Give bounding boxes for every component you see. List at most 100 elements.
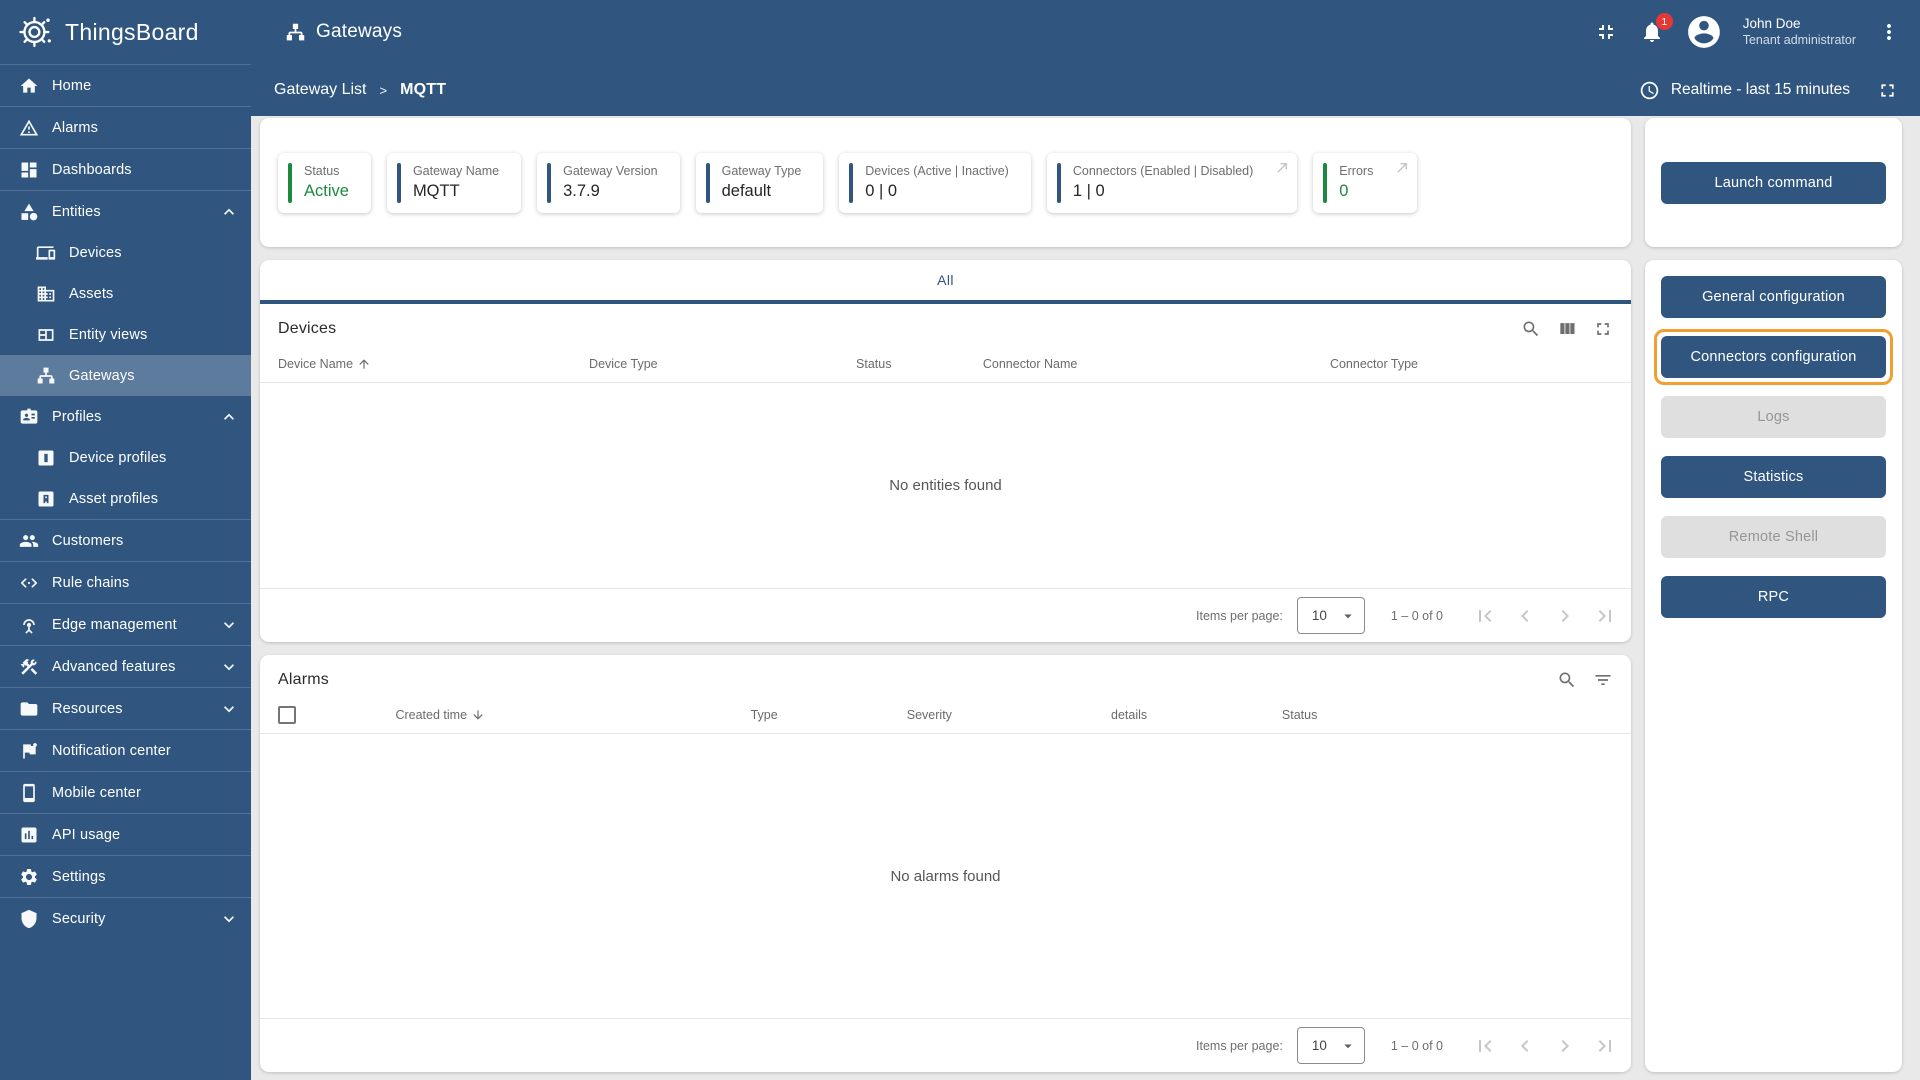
brand-header[interactable]: ThingsBoard [0,0,251,64]
sidebar-item-security[interactable]: Security [0,898,251,939]
devices-table-header: Device Name Device Type Status Connector… [260,345,1631,383]
sidebar-item-entities[interactable]: Entities [0,191,251,232]
sidebar-item-resources[interactable]: Resources [0,688,251,729]
building-icon [36,284,56,304]
page-size-select[interactable]: 10 [1296,1027,1365,1064]
sidebar-item-home[interactable]: Home [0,65,251,106]
sidebar-item-assets[interactable]: Assets [0,273,251,314]
breadcrumb-parent[interactable]: Gateway List [274,81,366,99]
alarms-widget-card: Alarms Created time Type Severity detail… [260,655,1631,1072]
north-east-arrow-icon[interactable] [1395,160,1410,180]
column-header-connector-type[interactable]: Connector Type [1330,357,1613,371]
stat-value: MQTT [412,181,460,200]
sidebar-item-entity-views[interactable]: Entity views [0,314,251,355]
sidebar-item-settings[interactable]: Settings [0,856,251,897]
sidebar-item-edge-management[interactable]: Edge management [0,604,251,645]
view-columns-icon[interactable] [1557,319,1577,339]
stat-value: 0 [1339,181,1349,200]
devices-toolbar [1521,319,1613,339]
home-icon [19,76,39,96]
stat-value: default [721,181,772,200]
alarms-title: Alarms [278,671,329,688]
general-configuration-button[interactable]: General configuration [1661,276,1886,318]
chevron-down-icon[interactable] [219,615,239,635]
chevron-down-icon[interactable] [219,699,239,719]
next-page-icon[interactable] [1553,604,1577,628]
sidebar-item-profiles[interactable]: Profiles [0,396,251,437]
sidebar-item-mobile-center[interactable]: Mobile center [0,772,251,813]
sidebar-item-customers[interactable]: Customers [0,520,251,561]
sidebar-item-advanced-features[interactable]: Advanced features [0,646,251,687]
column-header-device-name[interactable]: Device Name [278,357,589,371]
stat-accent-bar [1056,162,1061,203]
sidebar-item-alarms[interactable]: Alarms [0,107,251,148]
sidebar-item-api-usage[interactable]: API usage [0,814,251,855]
pager-nav [1473,604,1617,628]
sidebar-item-devices[interactable]: Devices [0,232,251,273]
brand-name: ThingsBoard [65,18,199,45]
sidebar-item-device-profiles[interactable]: Device profiles [0,437,251,478]
sidebar-item-asset-profiles[interactable]: Asset profiles [0,478,251,519]
timewindow-control[interactable]: Realtime - last 15 minutes [1639,80,1898,101]
select-all-checkbox[interactable] [278,705,296,724]
column-header-connector-name[interactable]: Connector Name [983,357,1330,371]
account-circle-icon[interactable] [1685,13,1723,51]
remote-shell-button[interactable]: Remote Shell [1661,516,1886,558]
page-size-select[interactable]: 10 [1296,597,1365,634]
stat-label: Connectors (Enabled | Disabled) [1072,163,1254,178]
chevron-down-icon[interactable] [219,909,239,929]
fullscreen-icon[interactable] [1877,80,1898,101]
chevron-up-icon[interactable] [219,202,239,222]
filter-icon[interactable] [1593,670,1613,690]
sidebar-item-gateways[interactable]: Gateways [0,355,251,396]
stat-value: 3.7.9 [563,181,600,200]
search-icon[interactable] [1521,319,1541,339]
column-header-alarm-status[interactable]: Status [1282,708,1613,722]
stat-card-gateway-type: Gateway Type default [695,152,824,213]
search-icon[interactable] [1557,670,1577,690]
next-page-icon[interactable] [1553,1034,1577,1058]
statistics-button[interactable]: Statistics [1661,456,1886,498]
column-header-status[interactable]: Status [856,357,983,371]
last-page-icon[interactable] [1593,604,1617,628]
sidebar-item-notification-center[interactable]: Notification center [0,730,251,771]
first-page-icon[interactable] [1473,1034,1497,1058]
sidebar-nav: Home Alarms Dashboards Entities Devices [0,65,251,1080]
chevron-up-icon[interactable] [219,407,239,427]
user-info[interactable]: John Doe Tenant administrator [1743,16,1856,49]
bell-icon[interactable]: 1 [1639,13,1673,45]
alarms-widget-header: Alarms [260,655,1631,696]
fullscreen-icon[interactable] [1593,319,1613,339]
previous-page-icon[interactable] [1513,1034,1537,1058]
more-vert-icon[interactable] [1876,19,1902,45]
chevron-down-icon[interactable] [219,657,239,677]
first-page-icon[interactable] [1473,604,1497,628]
north-east-arrow-icon[interactable] [1275,160,1290,180]
stat-label: Errors [1339,163,1374,178]
column-header-device-type[interactable]: Device Type [589,357,856,371]
collapse-icon[interactable] [1593,19,1619,45]
chevron-down-icon [1344,1044,1352,1048]
connectors-configuration-button[interactable]: Connectors configuration [1661,336,1886,378]
column-header-type[interactable]: Type [751,708,907,722]
stat-accent-bar [1323,162,1328,203]
tab-all[interactable]: All [937,272,954,288]
sidebar-item-dashboards[interactable]: Dashboards [0,149,251,190]
column-header-details[interactable]: details [1111,708,1282,722]
stat-card-connectors[interactable]: Connectors (Enabled | Disabled) 1 | 0 [1046,152,1298,213]
column-header-severity[interactable]: Severity [907,708,1111,722]
device-profile-icon [36,448,56,468]
stat-card-errors[interactable]: Errors 0 [1313,152,1418,213]
stat-card-status: Status Active [278,152,371,213]
stat-label: Gateway Type [721,163,802,178]
column-header-created-time[interactable]: Created time [395,708,750,722]
rpc-button[interactable]: RPC [1661,576,1886,618]
gear-icon [19,867,39,887]
sidebar-item-rule-chains[interactable]: Rule chains [0,562,251,603]
view-quilt-icon [36,325,56,345]
launch-command-button[interactable]: Launch command [1661,161,1886,204]
stat-value: Active [304,181,349,200]
previous-page-icon[interactable] [1513,604,1537,628]
last-page-icon[interactable] [1593,1034,1617,1058]
logs-button[interactable]: Logs [1661,396,1886,438]
